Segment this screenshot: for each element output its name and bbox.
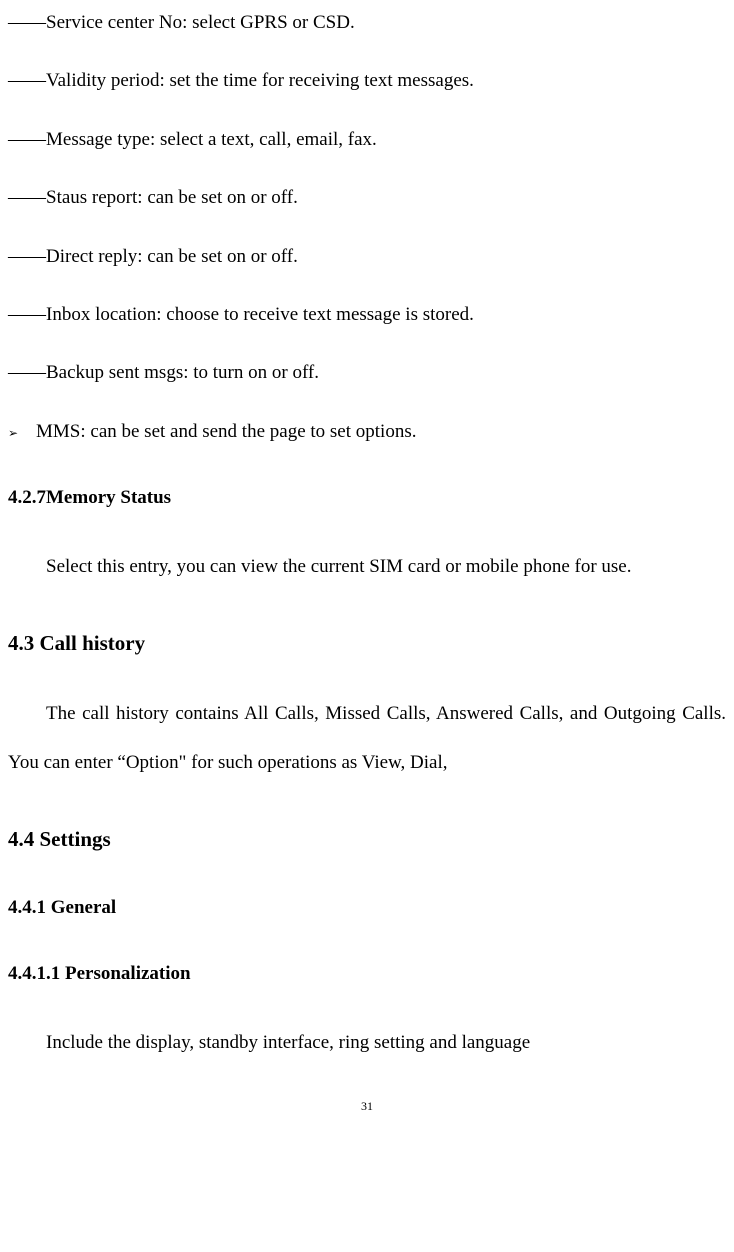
paragraph-call-history: The call history contains All Calls, Mis… [8, 689, 726, 788]
paragraph-personalization: Include the display, standby interface, … [8, 1018, 726, 1067]
list-item-backup-sent: ——Backup sent msgs: to turn on or off. [8, 358, 726, 388]
list-item-mms-text: MMS: can be set and send the page to set… [36, 417, 416, 447]
list-item-mms: ➢ MMS: can be set and send the page to s… [8, 417, 726, 447]
list-item-message-type: ——Message type: select a text, call, ema… [8, 125, 726, 155]
page-number: 31 [8, 1097, 726, 1116]
heading-general: 4.4.1 General [8, 893, 726, 923]
heading-memory-status: 4.2.7Memory Status [8, 483, 726, 513]
bullet-icon: ➢ [8, 424, 36, 443]
list-item-inbox-location: ——Inbox location: choose to receive text… [8, 300, 726, 330]
list-item-direct-reply: ——Direct reply: can be set on or off. [8, 242, 726, 272]
list-item-status-report: ——Staus report: can be set on or off. [8, 183, 726, 213]
heading-personalization: 4.4.1.1 Personalization [8, 959, 726, 989]
list-item-validity: ——Validity period: set the time for rece… [8, 66, 726, 96]
paragraph-memory-status: Select this entry, you can view the curr… [8, 542, 726, 591]
heading-settings: 4.4 Settings [8, 823, 726, 857]
heading-call-history: 4.3 Call history [8, 627, 726, 661]
list-item-service-center: ——Service center No: select GPRS or CSD. [8, 8, 726, 38]
